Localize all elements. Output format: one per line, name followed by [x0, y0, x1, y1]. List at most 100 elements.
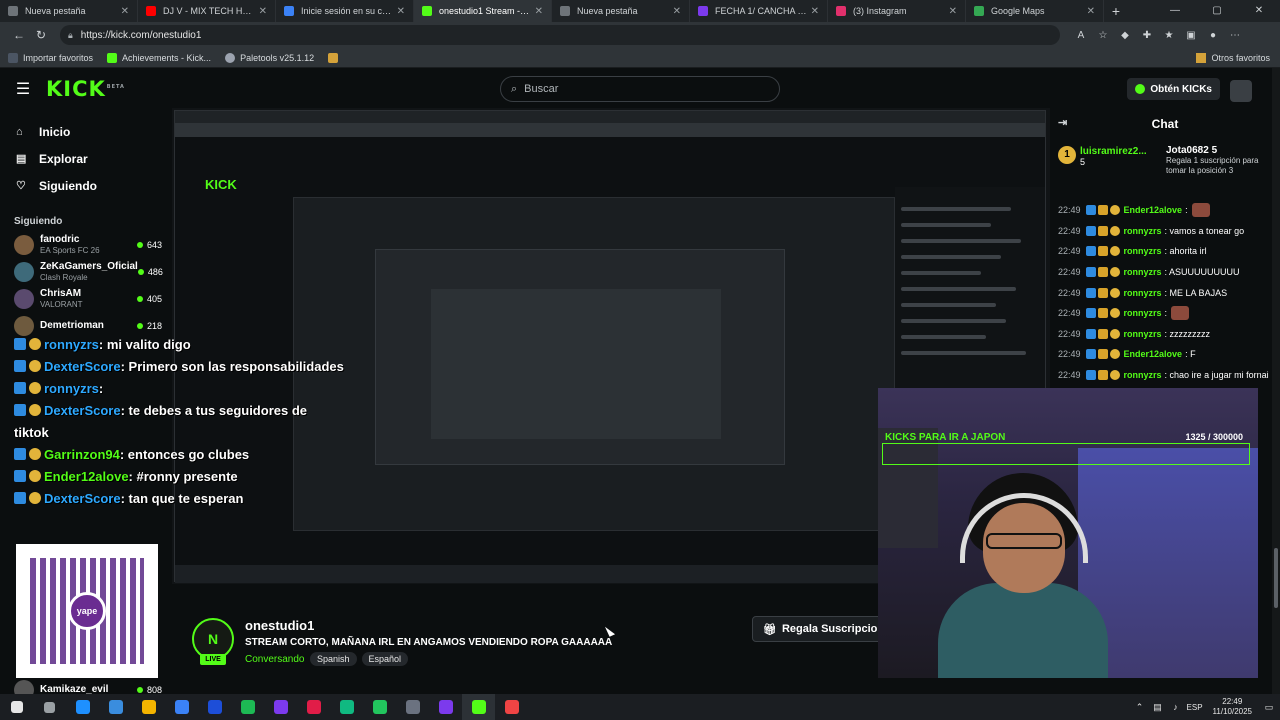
menu-dots-icon[interactable]: ⋯ [1224, 30, 1246, 41]
kick-logo[interactable]: KICKBETA [46, 77, 125, 101]
search-input[interactable]: ⌕ Buscar [500, 76, 780, 102]
collapse-chat-icon[interactable]: ⇥ [1058, 116, 1067, 129]
browser-tab[interactable]: FECHA 1/ CANCHA 2/ CHA ✕ [690, 0, 828, 22]
close-tab-icon[interactable]: ✕ [259, 6, 267, 17]
close-tab-icon[interactable]: ✕ [1087, 6, 1095, 17]
taskbar-app[interactable] [198, 694, 231, 720]
chat-message[interactable]: 22:49 ronnyzrs: ME LA BAJAS [1050, 282, 1280, 303]
close-tab-icon[interactable]: ✕ [949, 6, 957, 17]
bookmark-folder[interactable] [328, 52, 343, 63]
stream-info: N LIVE onestudio1 STREAM CORTO, MAÑANA I… [172, 584, 902, 694]
chat-username[interactable]: ronnyzrs [1124, 288, 1162, 298]
chat-message[interactable]: 22:49 ronnyzrs: ahorita irl [1050, 241, 1280, 262]
chat-username[interactable]: ronnyzrs [1124, 329, 1162, 339]
chat-username[interactable]: ronnyzrs [1124, 370, 1162, 380]
extension-icon[interactable]: ◆ [1114, 30, 1136, 41]
language-indicator[interactable]: ESP [1187, 703, 1203, 712]
chat-username[interactable]: ronnyzrs [1124, 308, 1162, 318]
chat-username[interactable]: ronnyzrs [1124, 226, 1162, 236]
chat-message[interactable]: 22:49 Ender12alove: [1050, 200, 1280, 221]
minimize-icon[interactable]: — [1154, 0, 1196, 22]
taskbar-app[interactable] [462, 694, 495, 720]
browser-tab[interactable]: Nueva pestaña ✕ [552, 0, 690, 22]
browser-tab[interactable]: Nueva pestaña ✕ [0, 0, 138, 22]
browser-tab[interactable]: (3) Instagram ✕ [828, 0, 966, 22]
browser-tab[interactable]: Inicie sesión en su cuenta d ✕ [276, 0, 414, 22]
taskbar-app[interactable] [132, 694, 165, 720]
reload-icon[interactable]: ↻ [30, 28, 52, 42]
nav-inicio[interactable]: ⌂ Inicio [0, 118, 172, 145]
chat-username[interactable]: Ender12alove [1124, 349, 1183, 359]
user-avatar[interactable] [1230, 80, 1252, 102]
scrollbar-thumb[interactable] [1274, 548, 1278, 608]
nav-explorar[interactable]: ▤ Explorar [0, 145, 172, 172]
read-aloud-icon[interactable]: A [1070, 30, 1092, 41]
page-scrollbar[interactable] [1272, 68, 1280, 694]
close-tab-icon[interactable]: ✕ [811, 6, 819, 17]
close-tab-icon[interactable]: ✕ [535, 6, 543, 17]
clock[interactable]: 22:49 11/10/2025 [1213, 697, 1252, 717]
chat-username[interactable]: Ender12alove [1124, 205, 1183, 215]
followed-channel[interactable]: fanodric EA Sports FC 26 643 [0, 231, 172, 258]
chat-message[interactable]: 22:49 Ender12alove: F [1050, 344, 1280, 365]
chat-message[interactable]: 22:49 ronnyzrs: ASUUUUUUUUU [1050, 262, 1280, 283]
pinned-gifter-1[interactable]: 1 luisramirez2... 5 [1050, 140, 1162, 200]
collections-icon[interactable]: ▣ [1180, 30, 1202, 41]
chevron-up-icon[interactable]: ⌃ [1133, 702, 1147, 713]
new-tab-icon[interactable]: + [1104, 3, 1128, 19]
taskbar-app[interactable] [264, 694, 297, 720]
taskbar-app[interactable] [165, 694, 198, 720]
bookmark-achievements[interactable]: Achievements - Kick... [107, 52, 211, 63]
chat-message[interactable]: 22:49 ronnyzrs: zzzzzzzzz [1050, 324, 1280, 345]
close-tab-icon[interactable]: ✕ [397, 6, 405, 17]
taskbar-app[interactable] [429, 694, 462, 720]
chat-message[interactable]: 22:49 ronnyzrs: [1050, 303, 1280, 324]
followed-channel[interactable]: ChrisAM VALORANT 405 [0, 285, 172, 312]
browser-tab[interactable]: Google Maps ✕ [966, 0, 1104, 22]
pinned-gifter-2[interactable]: Jota0682 5 Regala 1 suscripción para tom… [1162, 140, 1280, 200]
back-icon[interactable]: ← [8, 28, 30, 42]
task-view-button[interactable] [33, 694, 66, 720]
taskbar-app[interactable] [66, 694, 99, 720]
browser-tab[interactable]: onestudio1 Stream - Watch ✕ [414, 0, 552, 22]
bookmark-import[interactable]: Importar favoritos [8, 52, 93, 63]
extensions-puzzle-icon[interactable]: ✚ [1136, 30, 1158, 41]
url-field[interactable]: 🔒︎ https://kick.com/onestudio1 [60, 25, 1060, 45]
chat-timestamp: 22:49 [1058, 246, 1081, 257]
hamburger-menu-icon[interactable]: ☰ [0, 79, 46, 99]
profile-icon[interactable]: ● [1202, 30, 1224, 41]
maximize-icon[interactable]: ▢ [1196, 0, 1238, 22]
bookmark-paletools[interactable]: Paletools v25.1.12 [225, 52, 314, 63]
browser-tab[interactable]: DJ V - MIX TECH HOUSE ✕ [138, 0, 276, 22]
taskbar-app[interactable] [363, 694, 396, 720]
close-window-icon[interactable]: ✕ [1238, 0, 1280, 22]
start-button[interactable] [0, 694, 33, 720]
taskbar-app[interactable] [396, 694, 429, 720]
chat-message[interactable]: 22:49 ronnyzrs: chao ire a jugar mi forna… [1050, 365, 1280, 386]
favorites-icon[interactable]: ★ [1158, 30, 1180, 41]
favorite-star-icon[interactable]: ☆ [1092, 30, 1114, 41]
chat-message[interactable]: 22:49 ronnyzrs: vamos a tonear go [1050, 221, 1280, 242]
close-tab-icon[interactable]: ✕ [673, 6, 681, 17]
taskbar-app[interactable] [495, 694, 528, 720]
taskbar-app[interactable] [297, 694, 330, 720]
nav-siguiendo[interactable]: ♡ Siguiendo [0, 172, 172, 199]
channel-name[interactable]: onestudio1 [245, 618, 314, 633]
get-kicks-button[interactable]: Obtén KICKs [1127, 78, 1220, 100]
taskbar-app[interactable] [99, 694, 132, 720]
taskbar-app[interactable] [330, 694, 363, 720]
yape-logo: yape [68, 592, 106, 630]
speaker-icon[interactable]: ♪ [1169, 702, 1183, 712]
taskbar-app[interactable] [231, 694, 264, 720]
close-tab-icon[interactable]: ✕ [121, 6, 129, 17]
tag-spanish[interactable]: Spanish [310, 652, 357, 666]
network-icon[interactable]: ▤ [1151, 702, 1165, 713]
followed-channel[interactable]: ZeKaGamers_Oficial Clash Royale 486 [0, 258, 172, 285]
chat-username[interactable]: ronnyzrs [1124, 267, 1162, 277]
other-favorites[interactable]: Otros favoritos [1196, 48, 1270, 68]
tag-espanol[interactable]: Español [361, 652, 409, 666]
stream-category[interactable]: Conversando [245, 654, 304, 665]
heart-icon: ♡ [16, 180, 26, 192]
notification-icon[interactable]: ▭ [1262, 702, 1276, 713]
chat-username[interactable]: ronnyzrs [1124, 246, 1162, 256]
